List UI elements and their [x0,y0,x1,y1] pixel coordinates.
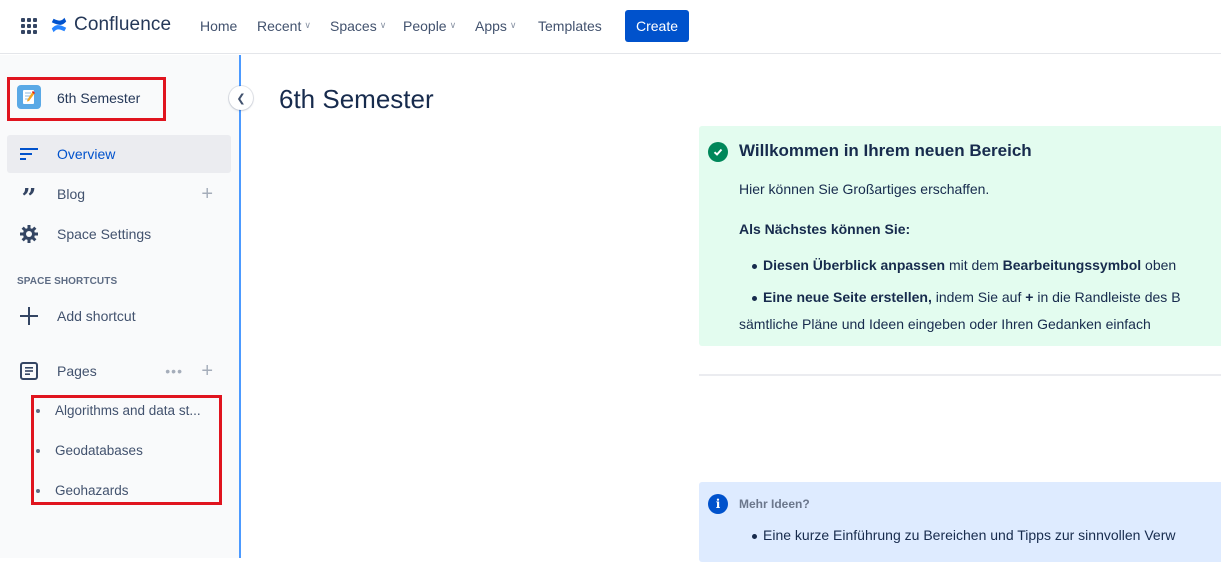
add-shortcut-label: Add shortcut [57,308,136,324]
nav-home-label: Home [200,18,238,34]
more-actions-icon[interactable]: ••• [165,363,183,379]
nav-apps[interactable]: Apps ∨ [475,18,517,34]
page-tree-item-label: Geohazards [55,483,129,498]
page-tree-item[interactable]: Geodatabases [36,443,143,458]
bullet-icon [36,488,40,493]
info-panel: i Mehr Ideen? Eine kurze Einführung zu B… [699,482,1221,562]
product-name: Confluence [74,14,172,35]
bullet-icon [36,408,40,413]
nav-templates-label: Templates [538,18,602,34]
chevron-down-icon: ∨ [509,19,517,30]
confluence-logo[interactable]: Confluence [50,14,171,36]
sidebar-item-label: Blog [57,186,86,202]
page-title: 6th Semester [279,84,434,114]
create-button[interactable]: Create [625,10,689,42]
sidebar-item-blog[interactable]: ” Blog + [7,175,231,213]
confluence-logo-icon [51,17,67,33]
list-item-continuation: sämtliche Pläne und Ideen eingeben oder … [739,316,1151,332]
page-tree-item-label: Algorithms and data st... [55,403,201,418]
panel-subtitle: Als Nächstes können Sie: [739,221,911,237]
collapse-sidebar-button[interactable]: ❮ [229,86,253,110]
sidebar-item-label: Space Settings [57,226,152,242]
space-name[interactable]: 6th Semester [57,90,140,106]
check-circle-icon [708,142,728,162]
sidebar-item-label: Pages [57,363,97,379]
sidebar-resize-handle[interactable] [239,55,241,558]
page-tree-item[interactable]: Geohazards [36,483,129,498]
list-item-text: in die Randleiste des B [1033,289,1181,305]
chevron-down-icon: ∨ [379,19,387,30]
sidebar-item-overview[interactable]: Overview [7,135,231,173]
gear-icon [17,222,41,246]
plus-icon [17,304,41,328]
list-item: Eine neue Seite erstellen, indem Sie auf… [752,289,1181,305]
add-blog-post-plus-icon[interactable]: + [201,183,213,206]
notebook-pencil-icon [23,90,35,104]
list-item: Diesen Überblick anpassen mit dem Bearbe… [751,257,1177,273]
panel-text: Hier können Sie Großartiges erschaffen. [739,181,990,197]
list-item-bold: Bearbeitungssymbol [1002,257,1142,273]
chevron-down-icon: ∨ [304,19,311,30]
chevron-left-icon: ❮ [236,92,246,105]
nav-home[interactable]: Home [200,18,237,34]
page-tree-item[interactable]: Algorithms and data st... [36,403,201,418]
add-shortcut-button[interactable]: Add shortcut [7,297,231,335]
page-tree-item-label: Geodatabases [55,443,143,458]
overview-lines-icon [17,142,41,166]
nav-recent[interactable]: Recent ∨ [257,18,311,34]
nav-people-label: People [403,18,447,34]
top-navigation: Confluence Home Recent ∨ Spaces ∨ People… [0,0,1221,54]
app-switcher-grid-icon[interactable] [21,18,37,34]
nav-spaces[interactable]: Spaces ∨ [330,18,386,34]
list-item-bold: Diesen Überblick anpassen [763,257,946,273]
sidebar-item-space-settings[interactable]: Space Settings [7,215,231,253]
chevron-down-icon: ∨ [449,19,457,30]
space-avatar[interactable] [17,85,41,109]
sidebar-item-pages[interactable]: Pages ••• + [7,352,231,390]
add-page-plus-icon[interactable]: + [201,360,213,383]
list-item-text: mit dem [945,257,1003,273]
page-icon [17,359,41,383]
info-icon: i [708,494,728,514]
quote-icon: ” [21,184,37,214]
success-panel: Willkommen in Ihrem neuen Bereich Hier k… [699,126,1221,346]
list-item: Eine kurze Einführung zu Bereichen und T… [751,527,1176,543]
sidebar-item-label: Overview [57,146,116,162]
nav-people[interactable]: People ∨ [403,18,456,34]
nav-recent-label: Recent [257,18,302,34]
list-item-text: oben [1141,257,1177,273]
nav-apps-label: Apps [475,18,507,34]
bullet-icon [36,448,40,453]
list-item-text: indem Sie auf [931,289,1026,305]
nav-spaces-label: Spaces [330,18,377,34]
divider [699,374,1221,376]
space-shortcuts-heading: SPACE SHORTCUTS [17,276,118,287]
list-item-bold: Eine neue Seite erstellen, [763,289,932,305]
panel-title: Willkommen in Ihrem neuen Bereich [739,141,1032,160]
nav-templates[interactable]: Templates [538,18,602,34]
panel-title: Mehr Ideen? [739,497,810,511]
